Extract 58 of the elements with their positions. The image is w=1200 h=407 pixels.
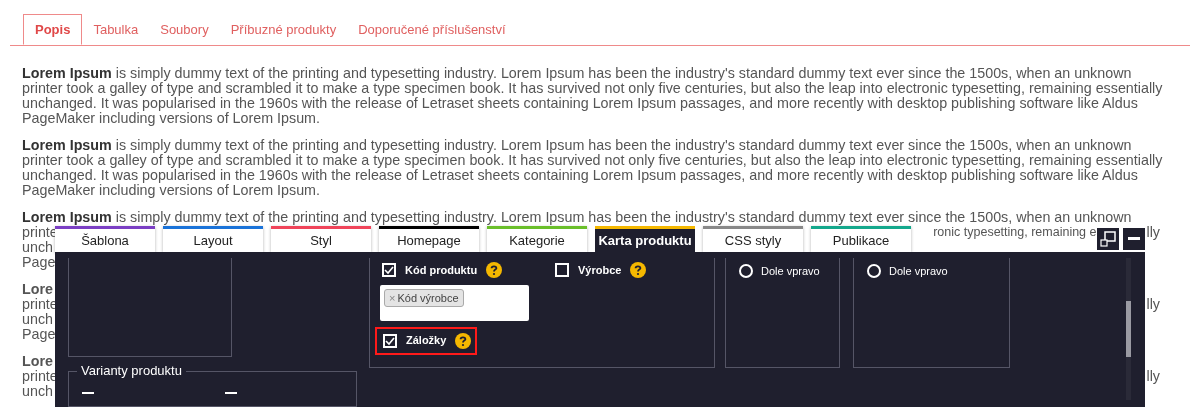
editor-tab[interactable]: Kategorie bbox=[487, 226, 587, 252]
description-text: unchanged. It was popularised in the 1960s with the release of Letraset sheets containing Lorem Ipsum passages, and more recently with desktop publishing software like Aldus bbox=[22, 168, 1138, 183]
radio-button[interactable] bbox=[867, 264, 881, 279]
description-text: Lorem Ipsum is simply dummy text of the printing and typesetting industry. Lorem Ipsum has been the industry's standard dummy text ever since the 1500s, when an unknown bbox=[22, 210, 1132, 225]
help-icon[interactable] bbox=[486, 262, 503, 279]
content-tab[interactable]: Popis bbox=[23, 14, 83, 45]
description-text: Lore bbox=[22, 282, 53, 297]
checkbox-label: Výrobce bbox=[578, 263, 622, 278]
checkbox-label: Záložky bbox=[406, 333, 447, 349]
check-icon bbox=[385, 335, 395, 346]
checkbox-label: Kód produktu bbox=[405, 263, 478, 278]
check-icon bbox=[384, 265, 394, 276]
description-text: printer took a galley of type and scrambled it to make a type specimen book. It has survived not only five centuries, but also the leap into electronic typesetting, remaining essentially bbox=[22, 81, 1163, 96]
description-text: lly bbox=[1146, 225, 1160, 240]
radio-label: Dole vpravo bbox=[761, 264, 820, 279]
content-tab[interactable]: Příbuzné produkty bbox=[219, 14, 348, 45]
description-text: unch bbox=[22, 384, 53, 399]
minimize-icon bbox=[1128, 237, 1140, 241]
radio-button[interactable] bbox=[739, 264, 753, 279]
restore-button[interactable] bbox=[1097, 228, 1119, 250]
checkbox-edge bbox=[225, 391, 237, 394]
editor-tab[interactable]: Layout bbox=[163, 226, 263, 252]
editor-tab[interactable]: Karta produktu bbox=[595, 226, 695, 252]
description-text: lly bbox=[1146, 369, 1160, 384]
description-text: lly bbox=[1146, 297, 1160, 312]
description-text: unch bbox=[22, 240, 53, 255]
editor-tab[interactable]: CSS styly bbox=[703, 226, 803, 252]
content-tab[interactable]: Doporučené příslušenství bbox=[347, 14, 517, 45]
editor-tab[interactable]: Styl bbox=[271, 226, 371, 252]
tag-input-field[interactable]: × Kód výrobce bbox=[380, 284, 529, 321]
tag-label: Kód výrobce bbox=[397, 290, 459, 306]
description-text: printer took a galley of type and scrambled it to make a type specimen book. It has survived not only five centuries, but also the leap into electronic typesetting, remaining essentially bbox=[22, 153, 1163, 168]
scrollbar-thumb[interactable] bbox=[1126, 301, 1131, 357]
radio-label: Dole vpravo bbox=[889, 264, 948, 279]
restore-icon bbox=[1100, 231, 1116, 247]
editor-tab[interactable]: Homepage bbox=[379, 226, 479, 252]
help-icon[interactable] bbox=[630, 262, 647, 279]
description-text: Lorem Ipsum is simply dummy text of the printing and typesetting industry. Lorem Ipsum has been the industry's standard dummy text ever since the 1500s, when an unknown bbox=[22, 66, 1132, 81]
content-tab[interactable]: Tabulka bbox=[82, 14, 150, 45]
description-text: unchanged. It was popularised in the 1960s with the release of Letraset sheets containing Lorem Ipsum passages, and more recently with desktop publishing software like Aldus bbox=[22, 96, 1138, 111]
scrollbar[interactable] bbox=[1126, 258, 1131, 400]
description-text: Page bbox=[22, 327, 56, 342]
description-text: Lorem Ipsum is simply dummy text of the printing and typesetting industry. Lorem Ipsum has been the industry's standard dummy text ever since the 1500s, when an unknown bbox=[22, 138, 1132, 153]
checkbox[interactable] bbox=[383, 333, 397, 348]
editor-tab[interactable]: Publikace bbox=[811, 226, 911, 252]
description-text: Page bbox=[22, 255, 56, 270]
content-tab[interactable]: Soubory bbox=[149, 14, 220, 45]
checkbox-edge bbox=[82, 391, 94, 394]
description-text: unch bbox=[22, 312, 53, 327]
description-text: PageMaker including versions of Lorem Ipsum. bbox=[22, 183, 320, 198]
description-text: ronic typesetting, remaining e bbox=[933, 225, 1097, 240]
checkbox[interactable] bbox=[382, 263, 396, 278]
description-text: PageMaker including versions of Lorem Ipsum. bbox=[22, 111, 320, 126]
checkbox[interactable] bbox=[555, 263, 569, 278]
description-text: Lore bbox=[22, 354, 53, 369]
editor-tab[interactable]: Šablona bbox=[55, 226, 155, 252]
help-icon[interactable] bbox=[455, 332, 472, 349]
minimize-button[interactable] bbox=[1123, 228, 1145, 250]
